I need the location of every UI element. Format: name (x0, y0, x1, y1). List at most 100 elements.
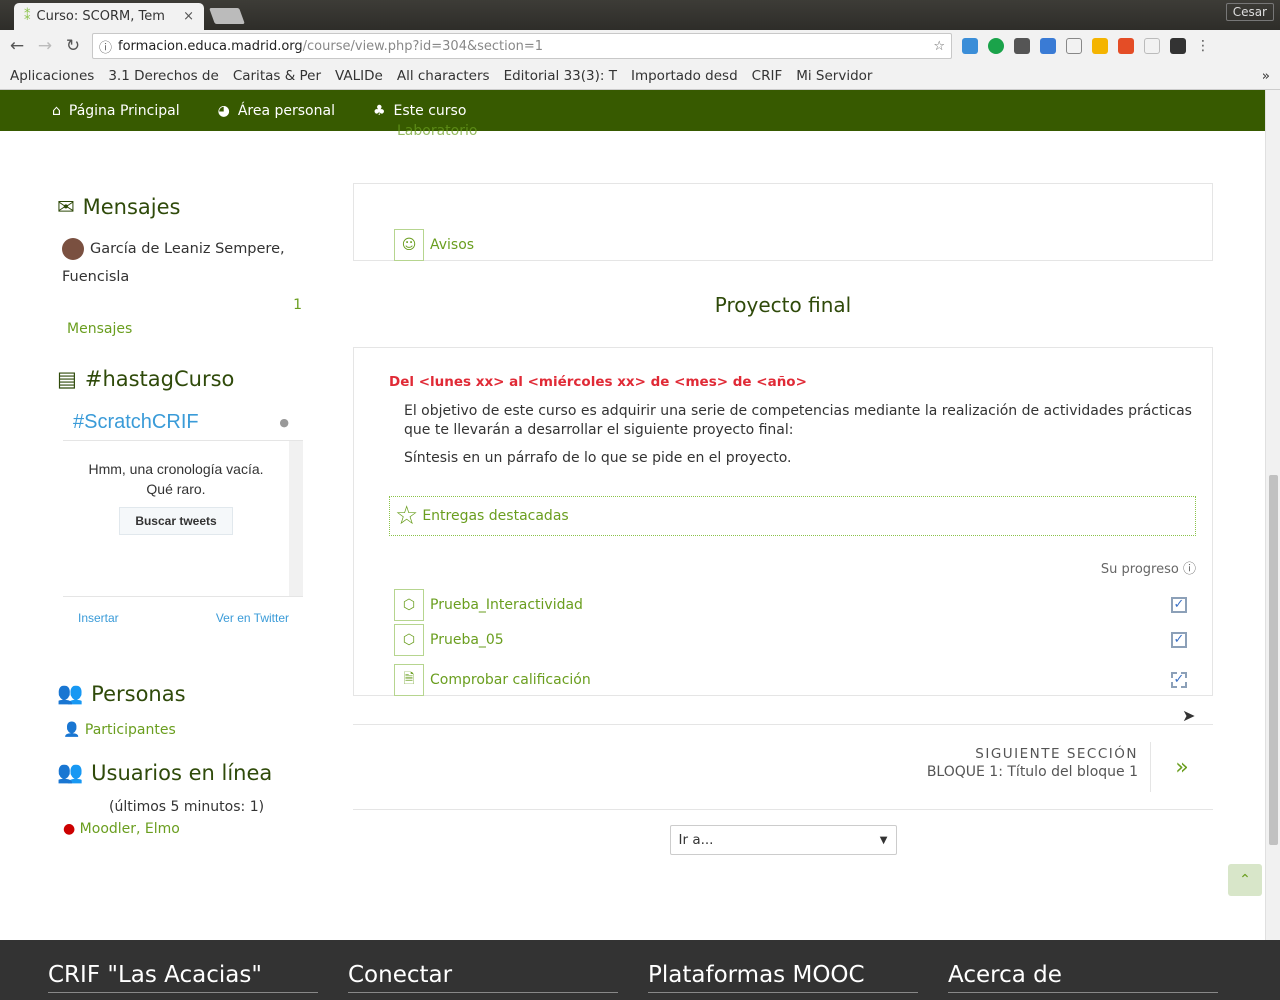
embed-link[interactable]: Insertar (78, 611, 119, 625)
section-proyecto-final: Del <lunes xx> al <miércoles xx> de <mes… (353, 347, 1213, 696)
extension-icon[interactable] (988, 38, 1004, 54)
section-summary: Síntesis en un párrafo de lo que se pide… (404, 450, 792, 466)
users-icon: 👥 (57, 760, 84, 784)
section-general: ☺ Avisos (353, 183, 1213, 261)
online-user-link[interactable]: ● Moodler, Elmo (57, 821, 307, 837)
address-bar[interactable]: ⓘ formacion.educa.madrid.org/course/view.… (92, 33, 952, 59)
bookmark[interactable]: Editorial 33(3): T (504, 68, 617, 84)
extension-icon[interactable] (1144, 38, 1160, 54)
avatar (62, 238, 84, 260)
completion-checkbox[interactable]: ✓ (1171, 631, 1187, 648)
double-chevron-right-icon[interactable]: » (1151, 755, 1213, 780)
drive-icon[interactable] (1092, 38, 1108, 54)
section-summary: El objetivo de este curso es adquirir un… (404, 403, 1192, 438)
back-icon[interactable]: ← (8, 36, 26, 56)
empty-timeline-text: Hmm, una cronología vacía. (88, 461, 264, 477)
activity-avisos[interactable]: ☺ Avisos (394, 229, 474, 261)
twitter-widget: #ScratchCRIF ● Hmm, una cronología vacía.… (63, 405, 303, 625)
footer-heading: Conectar (348, 962, 618, 993)
completion-checkbox[interactable]: ✓ (1171, 596, 1187, 613)
menu-icon[interactable]: ⋮ (1196, 38, 1210, 54)
reload-icon[interactable]: ↻ (64, 36, 82, 56)
nav-home[interactable]: ⌂ Página Principal (52, 103, 180, 119)
bookmarks-bar: Aplicaciones 3.1 Derechos de Caritas & P… (0, 62, 1280, 90)
forum-icon: ☺ (394, 229, 424, 261)
dropdown-arrow-icon: ▼ (879, 834, 888, 846)
info-icon: ⓘ (99, 40, 113, 56)
nav-course[interactable]: ♣ Este curso (373, 103, 466, 119)
featured-submissions[interactable]: ☆ Entregas destacadas (389, 496, 1196, 536)
mouse-cursor: ➤ (1182, 706, 1196, 725)
home-icon: ⌂ (52, 102, 61, 119)
browser-tab[interactable]: ⁑ Curso: SCORM, Tem × (14, 3, 204, 30)
bookmark[interactable]: Caritas & Per (233, 68, 321, 84)
empty-timeline-text: Qué raro. (146, 481, 206, 497)
bookmark-folder[interactable]: CRIF (752, 68, 783, 84)
view-on-twitter-link[interactable]: Ver en Twitter (216, 611, 289, 625)
messages-link[interactable]: Mensajes (57, 321, 307, 337)
footer-heading: Acerca de (948, 962, 1218, 993)
jump-to-select[interactable]: Ir a... ▼ (669, 825, 897, 855)
info-icon[interactable]: ● (279, 416, 289, 429)
sidebar: ✉ Mensajes García de Leaniz Sempere, Fuen… (57, 195, 307, 837)
nav-dashboard[interactable]: ◕ Área personal (218, 103, 335, 119)
envelope-icon: ✉ (57, 195, 75, 219)
activity-row[interactable]: 🗎 Comprobar calificación ✓ (389, 657, 1196, 703)
user-icon: 👤 (63, 722, 81, 738)
extension-icon[interactable] (1118, 38, 1134, 54)
block-title-people: 👥 Personas (57, 681, 186, 706)
block-title-hashtag: ▤ #hastagCurso (57, 367, 235, 391)
activity-laboratorio[interactable]: Laboratorio (397, 123, 1213, 137)
featured-label: Entregas destacadas (422, 508, 569, 524)
page-scrollbar[interactable] (1265, 90, 1280, 940)
forward-icon[interactable]: → (36, 36, 54, 56)
scorm-package-icon: ⬡ (394, 623, 424, 656)
extension-icon[interactable] (1040, 38, 1056, 54)
bookmark-apps[interactable]: Aplicaciones (10, 68, 94, 84)
footer-heading: CRIF "Las Acacias" (48, 962, 318, 993)
section-navigation: SIGUIENTE SECCIÓN BLOQUE 1: Título del bl… (353, 724, 1213, 810)
extension-icon[interactable] (1014, 38, 1030, 54)
sitemap-icon: ♣ (372, 102, 386, 119)
bookmark-star-icon[interactable]: ☆ (933, 39, 945, 54)
list-icon: ▤ (57, 367, 77, 391)
page-check-icon: 🗎 (394, 664, 424, 696)
bookmark-folder[interactable]: Mi Servidor (796, 68, 872, 84)
bookmark[interactable]: 3.1 Derechos de (108, 68, 218, 84)
participants-link[interactable]: 👤 Participantes (57, 722, 307, 738)
bookmark-folder[interactable]: Importado desd (631, 68, 738, 84)
message-sender[interactable]: García de Leaniz Sempere, Fuencisla (57, 235, 307, 291)
progress-header: Su progreso ⓘ (1100, 562, 1196, 577)
browser-toolbar: ← → ↻ ⓘ formacion.educa.madrid.org/course… (0, 30, 1280, 62)
help-icon[interactable]: ⓘ (1183, 562, 1196, 577)
twitter-widget-title[interactable]: #ScratchCRIF (73, 411, 199, 434)
star-icon: ☆ (395, 501, 419, 531)
scorm-package-icon: ⬡ (394, 588, 424, 621)
block-title-messages: ✉ Mensajes (57, 195, 181, 219)
activity-row[interactable]: ⬡ Prueba_05 ✓ (389, 622, 1196, 657)
bookmark[interactable]: VALIDe (335, 68, 383, 84)
back-to-top-button[interactable]: ⌃ (1228, 864, 1262, 896)
message-count: 1 (293, 297, 302, 313)
search-tweets-button[interactable]: Buscar tweets (119, 507, 233, 535)
more-bookmarks-icon[interactable]: » (1262, 68, 1270, 84)
close-tab-icon[interactable]: × (183, 9, 194, 24)
next-section-link[interactable]: SIGUIENTE SECCIÓN BLOQUE 1: Título del bl… (927, 742, 1151, 792)
online-users-subtitle: (últimos 5 minutos: 1) (109, 799, 265, 815)
section-title: Proyecto final (714, 293, 852, 317)
block-title-online-users: 👥 Usuarios en línea (57, 760, 273, 785)
completion-checkbox[interactable]: ✓ (1171, 672, 1187, 688)
activity-row[interactable]: ⬡ Prueba_Interactividad ✓ (389, 587, 1196, 622)
users-icon: 👥 (57, 681, 84, 705)
extension-icon[interactable] (962, 38, 978, 54)
bookmark[interactable]: All characters (397, 68, 490, 84)
scrollbar-thumb[interactable] (1269, 475, 1278, 845)
avatar: ● (63, 821, 76, 837)
footer: CRIF "Las Acacias" Conectar Plataformas … (0, 940, 1280, 1000)
new-tab-button[interactable] (209, 8, 245, 24)
browser-tabbar: ⁑ Curso: SCORM, Tem × Cesar (0, 0, 1280, 30)
extension-icon[interactable] (1066, 38, 1082, 54)
extension-icon[interactable] (1170, 38, 1186, 54)
widget-scrollbar[interactable] (289, 441, 303, 596)
profile-button[interactable]: Cesar (1225, 3, 1274, 21)
